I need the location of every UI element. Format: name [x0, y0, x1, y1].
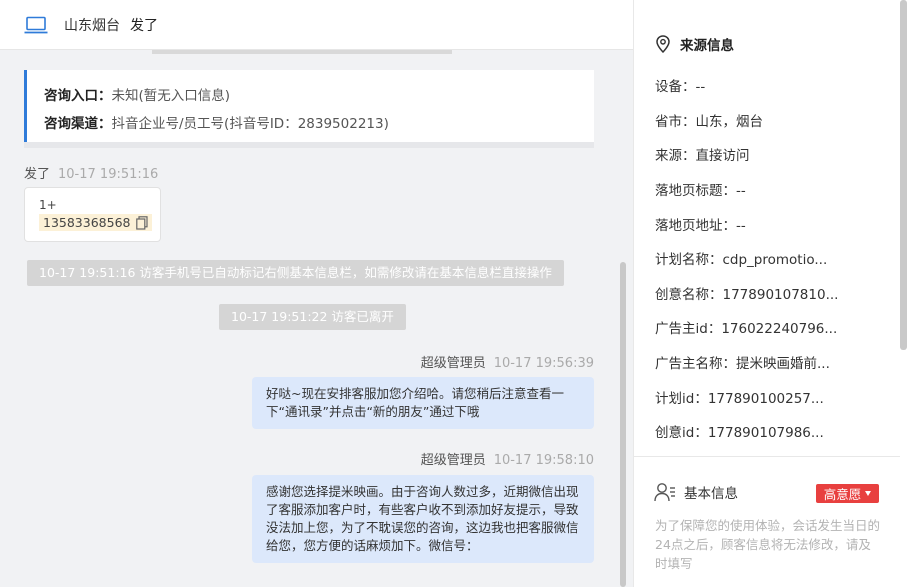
basic-info-title: 基本信息 [654, 482, 738, 502]
info-row-landing-url: 落地页地址：-- [655, 218, 746, 234]
card-shadow [24, 142, 594, 148]
agent-sender: 超级管理员 [420, 453, 486, 468]
agent-message-bubble-1: 好哒~现在安排客服加您介绍哈。请您稍后注意查看一下“通讯录”并点击“新的朋友”通… [252, 377, 594, 429]
channel-row: 咨询渠道：抖音企业号/员工号(抖音号ID：2839502213) [44, 110, 594, 138]
info-row-plan-name: 计划名称：cdp_promotio... [655, 252, 828, 268]
source-info-title: 来源信息 [656, 34, 734, 54]
chat-header: 山东烟台 发了 [0, 0, 633, 50]
intent-level-label: 高意愿 [823, 487, 862, 502]
visitor-location: 山东烟台 [64, 17, 120, 34]
visitor-info-panel: 来源信息 设备：-- 省市：山东，烟台 来源：直接访问 落地页标题：-- 落地页… [633, 0, 908, 587]
source-info-label: 来源信息 [680, 38, 734, 54]
agent-time: 10-17 19:58:10 [493, 453, 594, 468]
channel-label: 咨询渠道： [44, 116, 112, 132]
info-row-advertiser-name: 广告主名称：提米映画婚前... [655, 356, 830, 372]
phone-number: 13583368568 [43, 215, 131, 230]
basic-info-label: 基本信息 [684, 486, 738, 502]
agent-message-meta-2: 超级管理员 10-17 19:58:10 [421, 449, 594, 468]
location-pin-icon [656, 35, 670, 53]
agent-message-bubble-2: 感谢您选择提米映画。由于咨询人数过多，近期微信出现了客服添加客户时，有些客户收不… [252, 475, 594, 563]
info-row-advertiser-id: 广告主id：176022240796... [655, 321, 838, 337]
agent-message-meta-1: 超级管理员 10-17 19:56:39 [421, 352, 594, 371]
entry-label: 咨询入口： [44, 88, 112, 104]
info-row-province: 省市：山东，烟台 [655, 114, 763, 130]
info-row-source: 来源：直接访问 [655, 148, 750, 164]
visitor-message-meta: 发了 10-17 19:51:16 [24, 163, 158, 182]
visitor-time: 10-17 19:51:16 [58, 167, 159, 182]
user-icon [654, 483, 675, 502]
agent-time: 10-17 19:56:39 [493, 356, 594, 371]
info-row-landing-title: 落地页标题：-- [655, 183, 746, 199]
info-row-device: 设备：-- [655, 79, 706, 95]
info-row-creative-id: 创意id：177890107986... [655, 425, 824, 441]
caret-down-icon [865, 491, 872, 496]
phone-number-chip: 13583368568 [39, 214, 153, 231]
visitor-sender: 发了 [24, 167, 51, 182]
entry-info-card: 咨询入口：未知(暂无入口信息) 咨询渠道：抖音企业号/员工号(抖音号ID：283… [24, 70, 594, 142]
basic-info-note: 为了保障您的使用体验，会话发生当日的24点之后，顾客信息将无法修改，请及时填写 [655, 518, 881, 571]
phone-prefix: 1+ [39, 198, 57, 212]
system-note-visitor-left: 10-17 19:51:22 访客已离开 [219, 304, 406, 330]
info-row-creative-name: 创意名称：177890107810... [655, 287, 839, 303]
visitor-name: 发了 [130, 17, 158, 34]
info-divider [634, 456, 900, 457]
header-shadow [152, 50, 452, 54]
entry-row: 咨询入口：未知(暂无入口信息) [44, 82, 594, 110]
copy-icon[interactable] [136, 215, 149, 230]
system-note-phone-marked: 10-17 19:51:16 访客手机号已自动标记右侧基本信息栏，如需修改请在基… [27, 260, 564, 286]
chat-scrollbar[interactable] [620, 262, 626, 587]
info-scrollbar[interactable] [900, 0, 907, 350]
info-row-plan-id: 计划id：177890100257... [655, 391, 824, 407]
chat-pane: 山东烟台 发了 咨询入口：未知(暂无入口信息) 咨询渠道：抖音企业号/员工号(抖… [0, 0, 633, 587]
intent-level-dropdown[interactable]: 高意愿 [816, 484, 879, 503]
laptop-icon [24, 16, 48, 33]
channel-value: 抖音企业号/员工号(抖音号ID：2839502213) [111, 116, 389, 132]
phone-message-bubble: 1+ 13583368568 [24, 187, 161, 242]
entry-value: 未知(暂无入口信息) [111, 88, 231, 104]
agent-sender: 超级管理员 [420, 356, 486, 371]
